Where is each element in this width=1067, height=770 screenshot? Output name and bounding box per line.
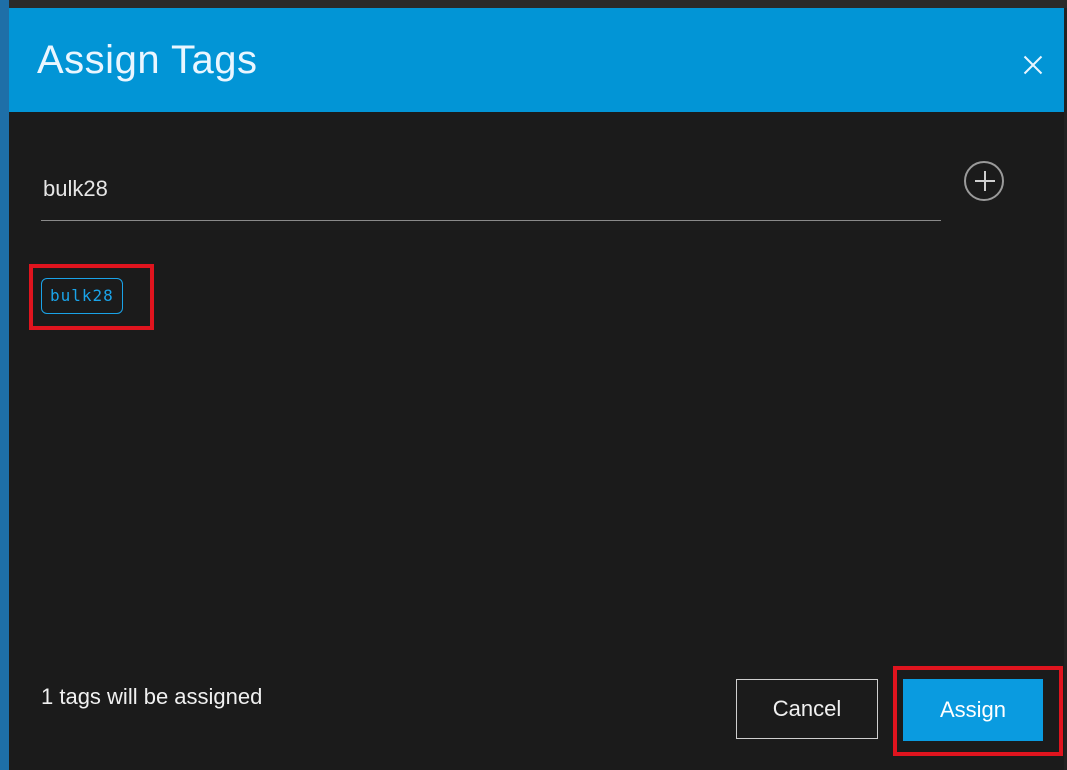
tag-input[interactable] (41, 170, 945, 208)
plus-circle-icon[interactable] (964, 161, 1004, 201)
assign-summary: 1 tags will be assigned (41, 684, 263, 709)
cancel-button[interactable]: Cancel (736, 679, 878, 739)
background-app-strip (0, 0, 1067, 8)
assign-button[interactable]: Assign (903, 679, 1043, 741)
assign-tags-dialog: Assign Tags bulk28 1 tags will be assign… (9, 8, 1067, 770)
dialog-title: Assign Tags (37, 38, 258, 82)
tag-chip[interactable]: bulk28 (41, 278, 123, 314)
background-app-edge (0, 0, 9, 770)
dialog-header: Assign Tags (9, 8, 1064, 112)
close-icon[interactable] (1020, 52, 1046, 78)
tag-input-container (41, 158, 945, 221)
